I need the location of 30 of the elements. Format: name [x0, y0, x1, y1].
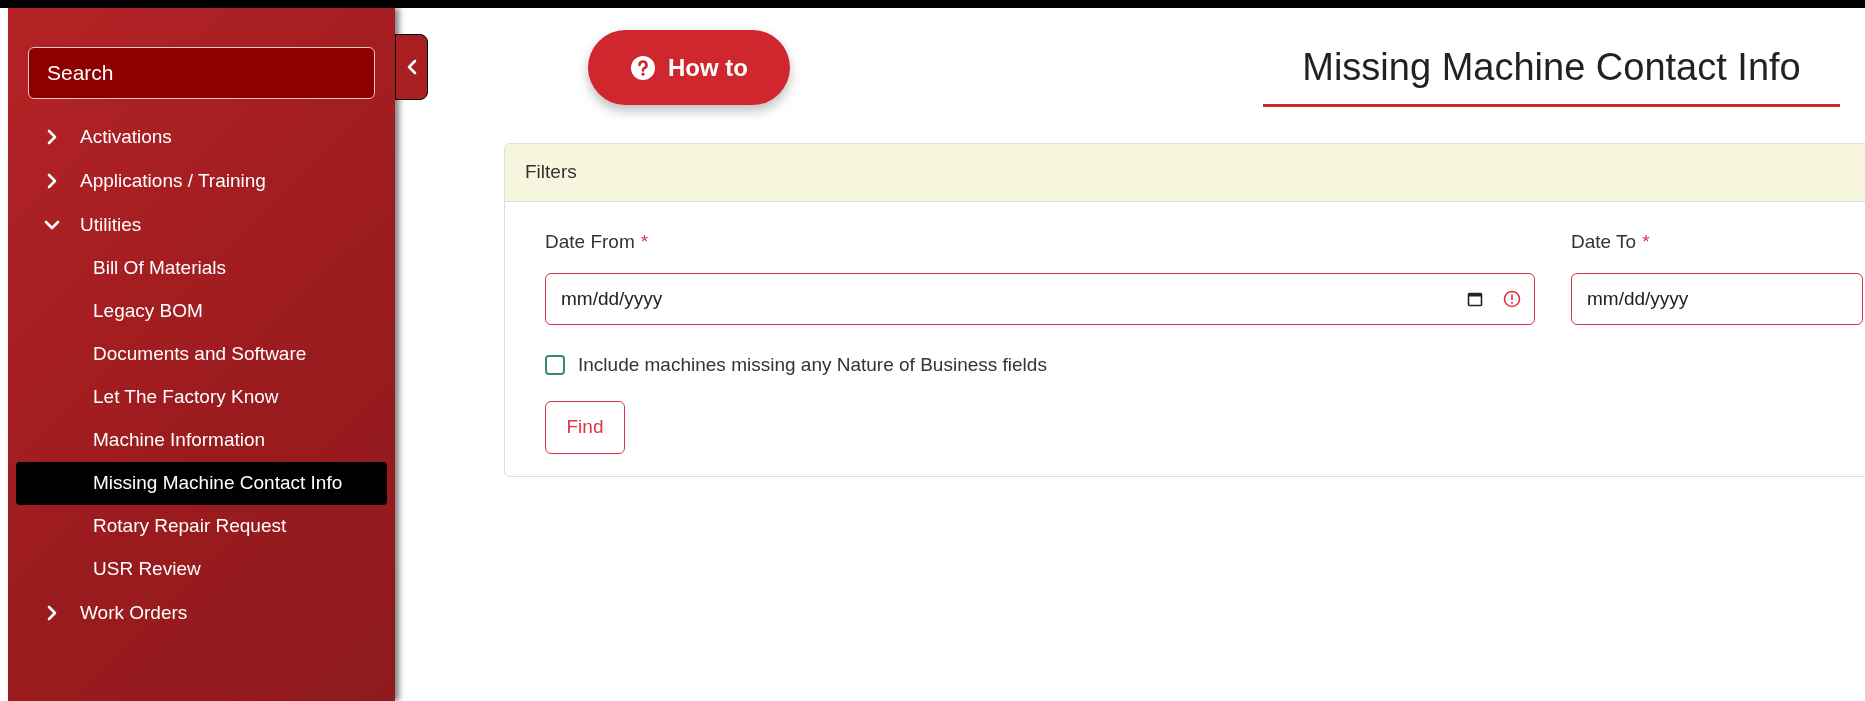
field-label: Date From: [545, 230, 635, 254]
chevron-left-icon: [405, 59, 418, 75]
nav-item[interactable]: Applications / Training: [8, 159, 395, 203]
nav-subitem[interactable]: Machine Information: [16, 419, 387, 462]
checkbox[interactable]: [545, 354, 565, 375]
date-field[interactable]: mm/dd/yyyy: [1571, 272, 1863, 325]
help-icon: [630, 54, 656, 81]
how-to-button[interactable]: How to: [588, 30, 790, 105]
required-mark: *: [1642, 230, 1650, 254]
field-label: Date To: [1571, 230, 1637, 254]
required-mark: *: [640, 230, 649, 254]
nav-subitem[interactable]: Documents and Software: [16, 333, 387, 376]
nav-item[interactable]: Utilities: [8, 203, 395, 247]
checkbox-label: Include machines missing any Nature of Business fields: [578, 352, 1047, 377]
nav-item[interactable]: Work Orders: [8, 591, 395, 635]
nav-subitem[interactable]: Legacy BOM: [16, 290, 387, 333]
search-field[interactable]: Search: [28, 47, 375, 99]
find-button[interactable]: Find: [545, 401, 625, 454]
nav-item[interactable]: Activations: [8, 115, 395, 159]
nav-subitem[interactable]: Bill Of Materials: [16, 247, 387, 290]
filters-header: Filters: [505, 144, 1865, 202]
calendar-icon[interactable]: [1467, 290, 1483, 307]
nav-subitem[interactable]: USR Review: [16, 548, 387, 591]
page-title: Missing Machine Contact Info: [1302, 48, 1801, 86]
nav-subitem[interactable]: Rotary Repair Request: [16, 505, 387, 548]
collapse-sidebar-button[interactable]: [395, 34, 428, 100]
date-field[interactable]: mm/dd/yyyy: [545, 272, 1535, 325]
nav-subitem[interactable]: Let The Factory Know: [16, 376, 387, 419]
error-icon: [1503, 289, 1521, 308]
nav-subitem[interactable]: Missing Machine Contact Info: [16, 462, 387, 505]
